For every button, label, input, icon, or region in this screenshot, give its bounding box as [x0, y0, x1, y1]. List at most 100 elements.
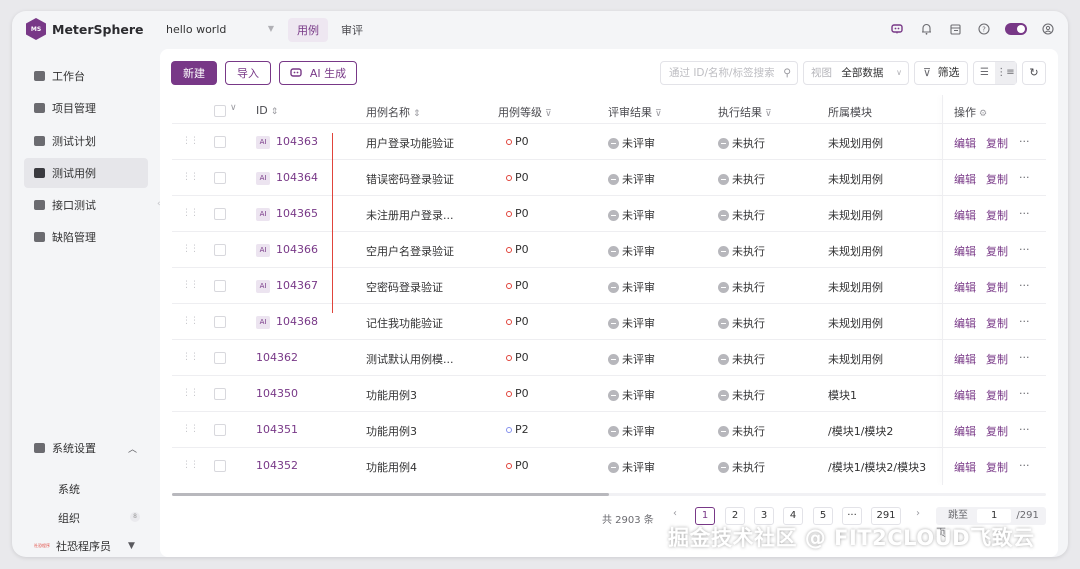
prev-page-icon[interactable]: ‹: [673, 508, 677, 519]
table-row[interactable]: ⋮⋮ AI 104365 未注册用户登录... P0 未评审 未执行 未规划用例 编辑 复制 ···: [172, 195, 1046, 231]
case-id[interactable]: 104351: [256, 423, 298, 436]
row-checkbox[interactable]: [214, 172, 226, 184]
drag-handle-icon[interactable]: ⋮⋮: [182, 244, 199, 254]
case-id[interactable]: AI 104367: [256, 279, 318, 293]
edit-button[interactable]: 编辑: [954, 243, 976, 259]
drag-handle-icon[interactable]: ⋮⋮: [182, 136, 199, 146]
scrollbar-thumb[interactable]: [172, 493, 609, 496]
chevron-down-icon[interactable]: ▼: [128, 541, 135, 551]
case-id[interactable]: AI 104363: [256, 135, 318, 149]
edit-button[interactable]: 编辑: [954, 207, 976, 223]
more-icon[interactable]: ···: [1019, 351, 1030, 364]
sidebar-item-api-test[interactable]: 接口测试: [24, 190, 148, 220]
case-id[interactable]: 104352: [256, 459, 298, 472]
ai-assistant-icon[interactable]: [889, 21, 905, 37]
more-icon[interactable]: ···: [1019, 279, 1030, 292]
sidebar-item-test-plan[interactable]: 测试计划: [24, 126, 148, 156]
row-checkbox[interactable]: [214, 316, 226, 328]
table-row[interactable]: ⋮⋮ AI 104367 空密码登录验证 P0 未评审 未执行 未规划用例 编辑 复制 ···: [172, 267, 1046, 303]
sidebar-item-test-cases[interactable]: 测试用例: [24, 158, 148, 188]
search-input[interactable]: 通过 ID/名称/标签搜索 ⚲: [660, 61, 798, 85]
copy-button[interactable]: 复制: [986, 459, 1008, 475]
case-id-link[interactable]: 104363: [276, 135, 318, 148]
ai-generate-button[interactable]: AI 生成: [279, 61, 357, 85]
more-icon[interactable]: ···: [1019, 207, 1030, 220]
row-checkbox[interactable]: [214, 280, 226, 292]
filter-button[interactable]: ⊽ 筛选: [914, 61, 968, 85]
copy-button[interactable]: 复制: [986, 279, 1008, 295]
new-case-button[interactable]: 新建: [171, 61, 217, 85]
help-icon[interactable]: ?: [976, 21, 992, 37]
drag-handle-icon[interactable]: ⋮⋮: [182, 352, 199, 362]
copy-button[interactable]: 复制: [986, 423, 1008, 439]
tab-cases[interactable]: 用例: [288, 18, 328, 42]
drag-handle-icon[interactable]: ⋮⋮: [182, 280, 199, 290]
table-row[interactable]: ⋮⋮ AI 104368 记住我功能验证 P0 未评审 未执行 未规划用例 编辑 复制 ···: [172, 303, 1046, 339]
copy-button[interactable]: 复制: [986, 207, 1008, 223]
project-selector[interactable]: hello world ▼: [166, 23, 274, 36]
case-id[interactable]: AI 104364: [256, 171, 318, 185]
row-checkbox[interactable]: [214, 460, 226, 472]
row-checkbox[interactable]: [214, 208, 226, 220]
sidebar-subitem-system[interactable]: 系统: [58, 481, 80, 497]
copy-button[interactable]: 复制: [986, 351, 1008, 367]
sidebar-item-bugs[interactable]: 缺陷管理: [24, 222, 148, 252]
tree-view-icon[interactable]: ⋮≡: [995, 62, 1016, 84]
bell-icon[interactable]: [918, 21, 934, 37]
edit-button[interactable]: 编辑: [954, 423, 976, 439]
tab-review[interactable]: 审评: [332, 18, 372, 42]
view-select[interactable]: 视图 全部数据 ∨: [803, 61, 909, 85]
edit-button[interactable]: 编辑: [954, 315, 976, 331]
edit-button[interactable]: 编辑: [954, 279, 976, 295]
table-row[interactable]: ⋮⋮ AI 104364 错误密码登录验证 P0 未评审 未执行 未规划用例 编辑 复制 ···: [172, 159, 1046, 195]
case-id-link[interactable]: 104362: [256, 351, 298, 364]
table-row[interactable]: ⋮⋮ 104362 测试默认用例模... P0 未评审 未执行 未规划用例 编辑 复制 ···: [172, 339, 1046, 375]
col-exec[interactable]: 执行结果 ⊽: [718, 104, 772, 120]
row-checkbox[interactable]: [214, 424, 226, 436]
row-checkbox[interactable]: [214, 388, 226, 400]
drag-handle-icon[interactable]: ⋮⋮: [182, 172, 199, 182]
table-row[interactable]: ⋮⋮ AI 104363 用户登录功能验证 P0 未评审 未执行 未规划用例 编辑 复制 ···: [172, 123, 1046, 159]
more-icon[interactable]: ···: [1019, 459, 1030, 472]
more-icon[interactable]: ···: [1019, 387, 1030, 400]
table-row[interactable]: ⋮⋮ AI 104366 空用户名登录验证 P0 未评审 未执行 未规划用例 编辑 复制 ···: [172, 231, 1046, 267]
row-checkbox[interactable]: [214, 352, 226, 364]
row-checkbox[interactable]: [214, 244, 226, 256]
sidebar-subitem-org[interactable]: 组织: [58, 510, 80, 526]
more-icon[interactable]: ···: [1019, 243, 1030, 256]
copy-button[interactable]: 复制: [986, 315, 1008, 331]
next-page-icon[interactable]: ›: [916, 508, 920, 519]
theme-toggle[interactable]: [1005, 23, 1027, 35]
col-name[interactable]: 用例名称 ⇕: [366, 104, 421, 120]
case-id-link[interactable]: 104352: [256, 459, 298, 472]
table-row[interactable]: ⋮⋮ 104351 功能用例3 P2 未评审 未执行/模块1/模块2 编辑 复制 ···: [172, 411, 1046, 447]
row-checkbox[interactable]: [214, 136, 226, 148]
sidebar-item-workbench[interactable]: 工作台: [24, 61, 148, 91]
more-icon[interactable]: ···: [1019, 171, 1030, 184]
case-id[interactable]: AI 104368: [256, 315, 318, 329]
edit-button[interactable]: 编辑: [954, 135, 976, 151]
edit-button[interactable]: 编辑: [954, 459, 976, 475]
copy-button[interactable]: 复制: [986, 387, 1008, 403]
case-id-link[interactable]: 104365: [276, 207, 318, 220]
col-review[interactable]: 评审结果 ⊽: [608, 104, 662, 120]
user-icon[interactable]: [1040, 21, 1056, 37]
case-id-link[interactable]: 104367: [276, 279, 318, 292]
task-center-icon[interactable]: [947, 21, 963, 37]
list-view-icon[interactable]: ☰: [974, 62, 995, 84]
refresh-icon[interactable]: ↻: [1022, 61, 1046, 85]
case-id[interactable]: 104362: [256, 351, 298, 364]
copy-button[interactable]: 复制: [986, 243, 1008, 259]
import-button[interactable]: 导入: [225, 61, 271, 85]
more-icon[interactable]: ···: [1019, 423, 1030, 436]
case-id[interactable]: AI 104366: [256, 243, 318, 257]
col-level[interactable]: 用例等级 ⊽: [498, 104, 552, 120]
select-dropdown-icon[interactable]: ∨: [230, 103, 237, 113]
copy-button[interactable]: 复制: [986, 135, 1008, 151]
case-id-link[interactable]: 104351: [256, 423, 298, 436]
drag-handle-icon[interactable]: ⋮⋮: [182, 316, 199, 326]
chevron-up-icon[interactable]: ︿: [128, 442, 137, 455]
table-row[interactable]: ⋮⋮ 104352 功能用例4 P0 未评审 未执行/模块1/模块2/模块3 编辑 复制 ···: [172, 447, 1046, 483]
app-logo[interactable]: MS MeterSphere: [26, 18, 144, 40]
table-row[interactable]: ⋮⋮ 104350 功能用例3 P0 未评审 未执行 模块1 编辑 复制 ···: [172, 375, 1046, 411]
